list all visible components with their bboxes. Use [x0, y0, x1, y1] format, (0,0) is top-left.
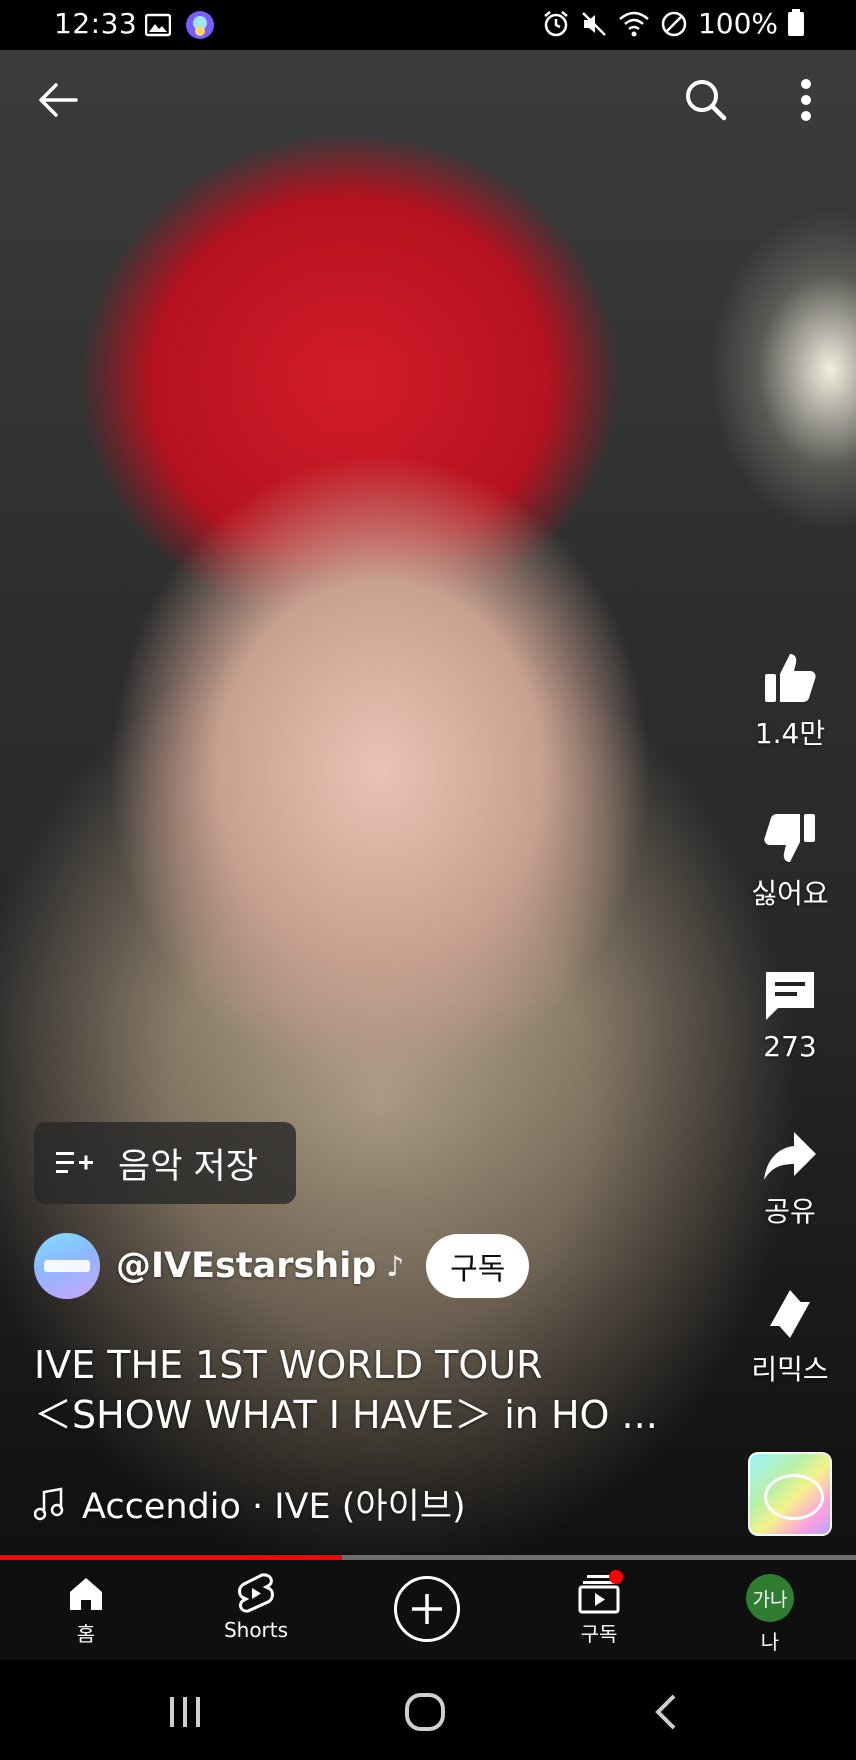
wifi-icon — [619, 11, 649, 36]
share-label: 공유 — [764, 1195, 816, 1228]
nav-shorts-label: Shorts — [223, 1618, 289, 1642]
home-icon — [70, 1578, 102, 1610]
thumbs-down-icon — [764, 814, 815, 862]
music-note-icon — [34, 1487, 64, 1520]
save-music-label: 음악 저장 — [118, 1146, 258, 1187]
search-icon — [686, 80, 727, 121]
nav-home-label: 홈 — [76, 1622, 96, 1646]
music-track: Accendio · IVE (아이브) — [82, 1487, 466, 1527]
channel-logo-mark — [44, 1260, 90, 1272]
comments-button[interactable]: 273 — [740, 968, 840, 1063]
home-system-button[interactable] — [390, 1690, 460, 1734]
video-title-line2: ＜SHOW WHAT I HAVE＞ in HO ... — [34, 1393, 658, 1437]
subscribe-button[interactable]: 구독 — [426, 1234, 530, 1298]
like-count: 1.4만 — [754, 717, 826, 750]
system-nav-bar — [0, 1660, 856, 1760]
nav-home[interactable]: 홈 — [16, 1560, 156, 1660]
video-title-line1: IVE THE 1ST WORLD TOUR — [34, 1343, 543, 1387]
battery-percent: 100% — [697, 7, 778, 40]
video-title[interactable]: IVE THE 1ST WORLD TOUR ＜SHOW WHAT I HAVE… — [34, 1340, 694, 1440]
recents-icon — [170, 1697, 200, 1727]
plus-icon — [412, 1594, 442, 1624]
nav-me-label: 나 — [760, 1630, 780, 1654]
share-icon — [764, 1132, 816, 1180]
album-art-swirl — [764, 1474, 824, 1520]
home-circle-icon — [405, 1693, 445, 1731]
battery-icon — [788, 8, 804, 36]
do-not-disturb-icon — [661, 11, 687, 36]
thumbs-up-icon — [765, 654, 816, 702]
shorts-icon — [238, 1573, 274, 1613]
back-chevron-icon — [655, 1694, 676, 1730]
music-row[interactable]: Accendio · IVE (아이브) — [34, 1478, 466, 1529]
me-avatar: 가나 — [746, 1574, 794, 1622]
playlist-add-icon — [56, 1152, 93, 1173]
remix-label: 리믹스 — [751, 1353, 829, 1386]
status-time: 12:33 — [54, 7, 138, 40]
video-frame[interactable]: 1.4만 싫어요 273 공유 리믹스 — [0, 50, 856, 1558]
more-options-button[interactable] — [766, 60, 846, 140]
sound-thumbnail[interactable] — [748, 1452, 832, 1536]
app-badge-icon — [186, 11, 214, 39]
channel-handle[interactable]: @IVEstarship — [116, 1246, 376, 1286]
like-button[interactable]: 1.4만 — [740, 650, 840, 752]
comment-icon — [766, 972, 814, 1020]
comment-count: 273 — [763, 1030, 817, 1063]
dislike-label: 싫어요 — [751, 877, 829, 910]
dislike-button[interactable]: 싫어요 — [740, 810, 840, 912]
create-button[interactable] — [394, 1576, 460, 1642]
nav-me[interactable]: 가나 나 — [700, 1560, 840, 1660]
remix-icon — [770, 1290, 810, 1338]
back-button[interactable] — [18, 60, 98, 140]
back-system-button[interactable] — [630, 1690, 700, 1734]
status-right-icons: 100% — [542, 7, 804, 40]
more-vert-icon — [801, 79, 811, 121]
music-note-icon: ♪ — [386, 1249, 405, 1283]
channel-row: @IVEstarship ♪ 구독 — [34, 1232, 530, 1300]
back-arrow-icon — [39, 83, 78, 117]
recents-button[interactable] — [150, 1690, 220, 1734]
remix-button[interactable]: 리믹스 — [740, 1286, 840, 1388]
mute-icon — [582, 11, 606, 36]
image-icon — [145, 13, 171, 37]
channel-avatar[interactable] — [34, 1233, 100, 1299]
subscriptions-notification-dot — [609, 1570, 623, 1584]
status-bar: 12:33 100% — [0, 0, 856, 50]
status-left-icons — [145, 10, 215, 40]
nav-shorts[interactable]: Shorts — [186, 1560, 326, 1660]
share-button[interactable]: 공유 — [740, 1128, 840, 1230]
nav-subscriptions-label: 구독 — [580, 1622, 618, 1646]
alarm-icon — [544, 10, 568, 36]
shorts-player-screen: 12:33 100% 1.4만 싫어요 273 공유 리믹스 음악 저장 @IV… — [0, 0, 856, 1760]
nav-subscriptions[interactable]: 구독 — [529, 1560, 669, 1660]
save-music-button[interactable]: 음악 저장 — [34, 1122, 296, 1204]
search-button[interactable] — [666, 60, 746, 140]
bottom-nav: 홈 Shorts 구독 가나 나 — [0, 1560, 856, 1660]
